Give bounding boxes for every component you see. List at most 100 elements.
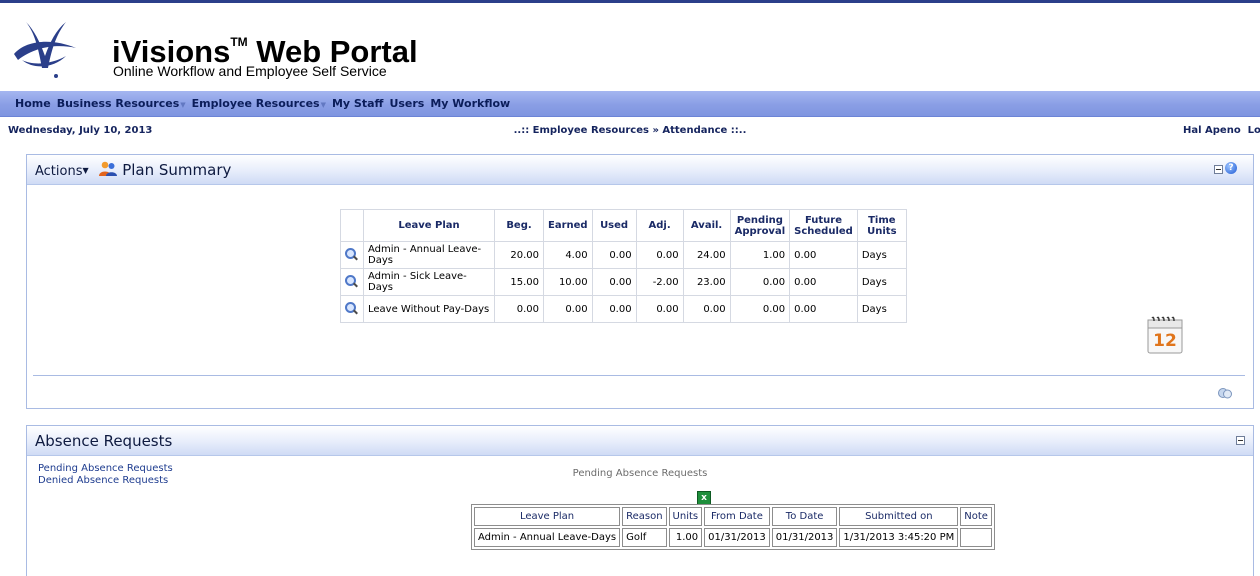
actions-menu[interactable]: Actions▼ — [35, 164, 95, 179]
magnifier-icon — [345, 301, 357, 314]
view-row-button[interactable] — [340, 268, 364, 296]
column-header: Earned — [543, 209, 593, 242]
table-row: Admin - Annual Leave-Days 20.00 4.00 0.0… — [340, 241, 907, 269]
plan-summary-panel: Actions▼ Plan Summary ? Leave Plan Beg. … — [26, 154, 1254, 409]
future-cell: 0.00 — [789, 268, 858, 296]
menu-users[interactable]: Users — [389, 97, 424, 110]
column-header: Beg. — [494, 209, 544, 242]
ivisions-logo — [14, 22, 76, 78]
adj-cell: 0.00 — [635, 241, 684, 269]
note-cell — [960, 528, 992, 547]
magnifier-icon — [345, 247, 357, 260]
leave-plan-cell: Admin - Annual Leave-Days — [363, 241, 495, 269]
pending-cell: 0.00 — [729, 268, 791, 296]
view-row-button[interactable] — [340, 295, 364, 323]
view-row-button[interactable] — [340, 241, 364, 269]
absence-requests-panel: Absence Requests Pending Absence Request… — [26, 425, 1254, 576]
logout-link[interactable]: Logo — [1248, 125, 1260, 136]
menu-employee-resources[interactable]: Employee Resources▼ — [192, 97, 326, 110]
magnifier-icon — [345, 274, 357, 287]
table-header-row: Leave Plan Reason Units From Date To Dat… — [474, 507, 992, 526]
earned-cell: 0.00 — [543, 295, 593, 323]
main-menu: Home Business Resources▼ Employee Resour… — [0, 91, 1260, 117]
units-cell: Days — [856, 295, 907, 323]
beg-cell: 0.00 — [494, 295, 544, 323]
pending-cell: 0.00 — [729, 295, 791, 323]
column-header: Pending Approval — [729, 209, 791, 242]
column-header: To Date — [771, 507, 838, 526]
column-header: Note — [960, 507, 992, 526]
earned-cell: 4.00 — [543, 241, 593, 269]
table-header-row: Leave Plan Beg. Earned Used Adj. Avail. … — [340, 209, 907, 242]
plan-summary-table: Leave Plan Beg. Earned Used Adj. Avail. … — [340, 209, 907, 323]
leave-plan-cell: Admin - Annual Leave-Days — [474, 528, 621, 547]
column-header: Used — [591, 209, 637, 242]
used-cell: 0.00 — [591, 241, 637, 269]
column-header: Future Scheduled — [789, 209, 858, 242]
menu-my-staff[interactable]: My Staff — [332, 97, 383, 110]
leave-plan-cell: Admin - Sick Leave-Days — [363, 268, 495, 296]
avail-cell: 23.00 — [682, 268, 731, 296]
user-area: Hal Apeno Logo — [1183, 125, 1260, 136]
from-date-cell: 01/31/2013 — [704, 528, 770, 547]
reason-cell: Golf — [622, 528, 667, 547]
future-cell: 0.00 — [789, 241, 858, 269]
table-row: Admin - Sick Leave-Days 15.00 10.00 0.00… — [340, 268, 907, 296]
earned-cell: 10.00 — [543, 268, 593, 296]
beg-cell: 15.00 — [494, 268, 544, 296]
used-cell: 0.00 — [591, 268, 637, 296]
column-header: From Date — [704, 507, 770, 526]
table-row: Leave Without Pay-Days 0.00 0.00 0.00 0.… — [340, 295, 907, 323]
column-header: Leave Plan — [474, 507, 621, 526]
column-header: Avail. — [682, 209, 731, 242]
menu-home[interactable]: Home — [15, 97, 51, 110]
leave-plan-cell: Leave Without Pay-Days — [363, 295, 495, 323]
calendar-day: 12 — [1153, 331, 1177, 351]
adj-cell: 0.00 — [635, 295, 684, 323]
excel-export-icon[interactable]: x — [697, 491, 711, 505]
to-date-cell: 01/31/2013 — [771, 528, 838, 547]
plan-summary-header: Actions▼ Plan Summary ? — [27, 155, 1253, 185]
column-header: Adj. — [635, 209, 684, 242]
help-icon[interactable]: ? — [1225, 162, 1237, 174]
calendar-icon[interactable]: 12 — [1145, 315, 1185, 355]
refresh-icon[interactable] — [1217, 387, 1233, 399]
info-bar: Wednesday, July 10, 2013 ..:: Employee R… — [0, 123, 1260, 141]
column-header: Time Units — [856, 209, 907, 242]
portal-subtitle: Online Workflow and Employee Self Servic… — [113, 63, 387, 79]
collapse-icon[interactable] — [1214, 165, 1223, 174]
panel-title: Actions▼ Plan Summary — [35, 161, 231, 179]
chevron-down-icon: ▼ — [180, 101, 186, 109]
pending-cell: 1.00 — [729, 241, 791, 269]
breadcrumb: ..:: Employee Resources » Attendance ::.… — [513, 125, 747, 136]
menu-business-resources[interactable]: Business Resources▼ — [57, 97, 186, 110]
used-cell: 0.00 — [591, 295, 637, 323]
avail-cell: 24.00 — [682, 241, 731, 269]
absence-requests-table: Leave Plan Reason Units From Date To Dat… — [471, 504, 995, 550]
adj-cell: -2.00 — [635, 268, 684, 296]
units-cell: Days — [856, 268, 907, 296]
chevron-down-icon: ▼ — [320, 101, 326, 109]
user-name: Hal Apeno — [1183, 125, 1241, 136]
brand-header: iVisionsTM Web Portal Online Workflow an… — [0, 3, 1260, 91]
column-header: Units — [668, 507, 703, 526]
collapse-icon[interactable] — [1236, 436, 1245, 445]
column-header: Leave Plan — [363, 209, 495, 242]
icon-column-header — [340, 209, 364, 242]
future-cell: 0.00 — [789, 295, 858, 323]
absence-requests-header: Absence Requests — [27, 426, 1253, 456]
column-header: Submitted on — [839, 507, 959, 526]
beg-cell: 20.00 — [494, 241, 544, 269]
units-cell: 1.00 — [668, 528, 703, 547]
column-header: Reason — [622, 507, 667, 526]
submitted-cell: 1/31/2013 3:45:20 PM — [839, 528, 959, 547]
pending-requests-caption: Pending Absence Requests — [572, 468, 708, 479]
chevron-down-icon: ▼ — [82, 166, 89, 175]
absence-requests-title: Absence Requests — [35, 432, 173, 450]
people-icon — [99, 161, 118, 176]
panel-divider — [33, 375, 1245, 376]
menu-my-workflow[interactable]: My Workflow — [430, 97, 510, 110]
table-row: Admin - Annual Leave-Days Golf 1.00 01/3… — [474, 528, 992, 547]
units-cell: Days — [856, 241, 907, 269]
avail-cell: 0.00 — [682, 295, 731, 323]
